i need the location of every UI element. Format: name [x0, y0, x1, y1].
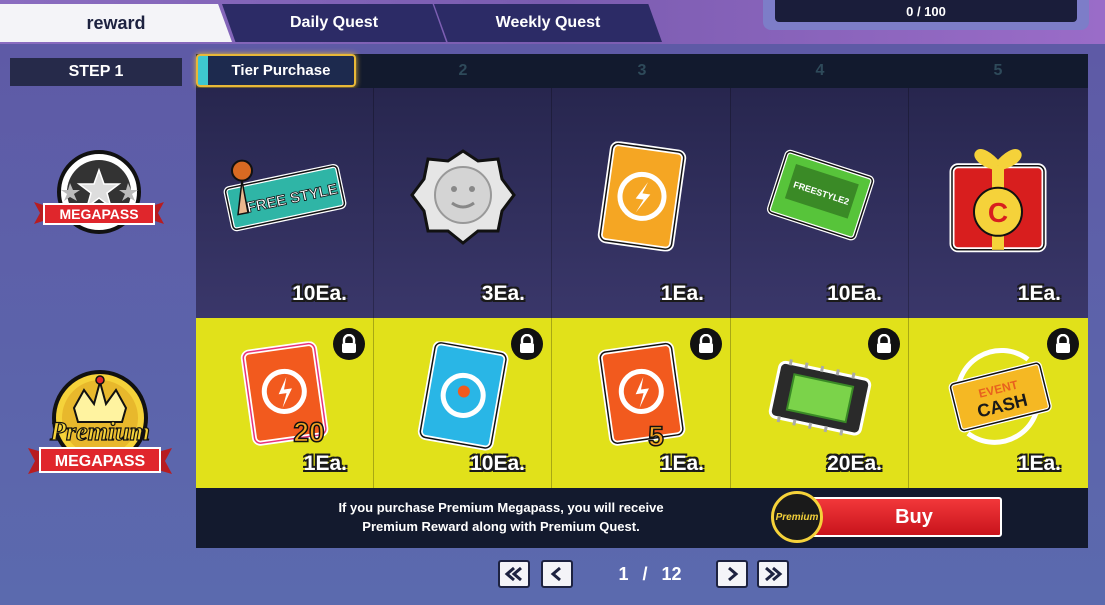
free-reward-qty-5: 1Ea.	[1017, 282, 1061, 305]
tier-number-2: 2	[458, 62, 468, 79]
premium-reward-qty-5: 1Ea.	[1017, 452, 1061, 475]
buy-button-label: Buy	[895, 505, 933, 528]
free-reward-slot-4[interactable]: FREESTYLE2 10Ea.	[731, 88, 909, 318]
pass-progress-text: 0 / 100	[906, 3, 946, 19]
premium-megapass-badge: Premium MEGAPASS	[28, 370, 172, 474]
free-reward-qty-1: 10Ea.	[292, 282, 347, 305]
premium-info-line-2: Premium Reward along with Premium Quest.	[362, 519, 640, 534]
buy-premium-badge-label: Premium	[775, 511, 819, 523]
red-gift-box-icon: C	[949, 149, 1047, 253]
page-indicator: 1 / 12	[600, 560, 700, 588]
premium-reward-slot-1[interactable]: 20 1Ea.	[196, 318, 374, 488]
event-cash-ticket-icon: EVENT CASH	[948, 348, 1052, 445]
premium-reward-slot-3[interactable]: 5 1Ea.	[553, 318, 731, 488]
premium-reward-qty-4: 20Ea.	[827, 452, 882, 475]
tab-daily-quest[interactable]: Daily Quest	[222, 4, 446, 42]
svg-text:C: C	[988, 197, 1008, 228]
blue-swap-card-icon	[417, 341, 509, 451]
free-reward-row: FREE STYLE 10Ea. 3Ea. 1Ea. FREESTYLE2 10…	[196, 88, 1088, 318]
megapass-badge-label: MEGAPASS	[59, 206, 138, 222]
premium-reward-slot-4[interactable]: 20Ea.	[731, 318, 909, 488]
lock-icon	[690, 328, 722, 360]
purchase-footer: If you purchase Premium Megapass, you wi…	[196, 488, 1088, 548]
last-page-button[interactable]	[757, 560, 789, 588]
first-page-button[interactable]	[498, 560, 530, 588]
microchip-icon	[768, 359, 871, 436]
tier-purchase-button[interactable]: Tier Purchase	[196, 54, 356, 87]
lock-icon	[511, 328, 543, 360]
buy-premium-badge: Premium	[771, 491, 823, 543]
premium-reward-slot-5[interactable]: EVENT CASH 1Ea.	[909, 318, 1087, 488]
pass-progress-bar: 0 / 100	[775, 0, 1077, 22]
free-reward-slot-2[interactable]: 3Ea.	[374, 88, 552, 318]
tab-reward-label: reward	[86, 12, 146, 33]
step-label-text: STEP 1	[68, 63, 124, 80]
freestyle-ticket-icon: FREE STYLE	[223, 159, 346, 232]
lock-icon	[868, 328, 900, 360]
free-reward-slot-3[interactable]: 1Ea.	[553, 88, 731, 318]
double-chevron-right-icon	[765, 566, 783, 582]
megapass-badge: MEGAPASS	[34, 150, 164, 234]
step-label: STEP 1	[10, 58, 182, 86]
double-chevron-left-icon	[504, 566, 522, 582]
premium-reward-slot-2[interactable]: 10Ea.	[374, 318, 552, 488]
next-page-button[interactable]	[716, 560, 748, 588]
pass-progress-box: 0 / 100	[763, 0, 1089, 30]
chevron-left-icon	[550, 566, 561, 582]
free-reward-qty-4: 10Ea.	[827, 282, 882, 305]
prev-page-button[interactable]	[541, 560, 573, 588]
premium-info-line-1: If you purchase Premium Megapass, you wi…	[338, 500, 664, 515]
free-reward-slot-5[interactable]: C 1Ea.	[909, 88, 1087, 318]
orange-swap-card-5-icon: 5	[597, 341, 685, 451]
premium-reward-row: 20 1Ea. 10Ea. 5 1Ea. 20Ea. EVENT CASH 1E…	[196, 318, 1088, 488]
tier-header-row: Tier Purchase 2 3 4 5	[196, 54, 1088, 88]
premium-reward-qty-3: 1Ea.	[660, 452, 704, 475]
premium-info-text: If you purchase Premium Megapass, you wi…	[276, 498, 726, 536]
green-cartridge-icon: FREESTYLE2	[766, 149, 874, 241]
tab-weekly-quest-label: Weekly Quest	[495, 14, 601, 31]
free-reward-qty-3: 1Ea.	[660, 282, 704, 305]
reward-board: Tier Purchase 2 3 4 5 FREE STYLE 10Ea. 3…	[196, 54, 1088, 548]
total-pages: 12	[661, 563, 682, 584]
silver-coin-icon	[409, 149, 516, 245]
premium-reward-qty-2: 10Ea.	[470, 452, 525, 475]
buy-button[interactable]: Buy	[796, 497, 1002, 537]
tier-number-4: 4	[815, 62, 825, 79]
premium-badge-label: MEGAPASS	[55, 453, 146, 470]
chevron-right-icon	[728, 566, 739, 582]
tier-purchase-label: Tier Purchase	[231, 62, 331, 79]
tab-daily-quest-label: Daily Quest	[289, 14, 379, 31]
card-count-badge-20: 20	[293, 416, 324, 447]
lock-icon	[333, 328, 365, 360]
tab-weekly-quest[interactable]: Weekly Quest	[434, 4, 662, 42]
free-reward-slot-1[interactable]: FREE STYLE 10Ea.	[196, 88, 374, 318]
pagination: 1 / 12	[0, 556, 1105, 592]
current-page: 1	[618, 563, 629, 584]
tier-number-5: 5	[993, 62, 1003, 79]
free-reward-qty-2: 3Ea.	[481, 282, 525, 305]
orange-swap-card-20-icon: 20	[240, 341, 328, 448]
premium-badge-script: Premium	[49, 417, 150, 446]
gold-swap-card-icon	[597, 141, 686, 252]
tab-reward[interactable]: reward	[0, 4, 232, 42]
card-count-badge-5: 5	[648, 420, 664, 451]
page-separator: /	[642, 563, 648, 584]
tier-number-3: 3	[637, 62, 647, 79]
premium-reward-qty-1: 1Ea.	[303, 452, 347, 475]
